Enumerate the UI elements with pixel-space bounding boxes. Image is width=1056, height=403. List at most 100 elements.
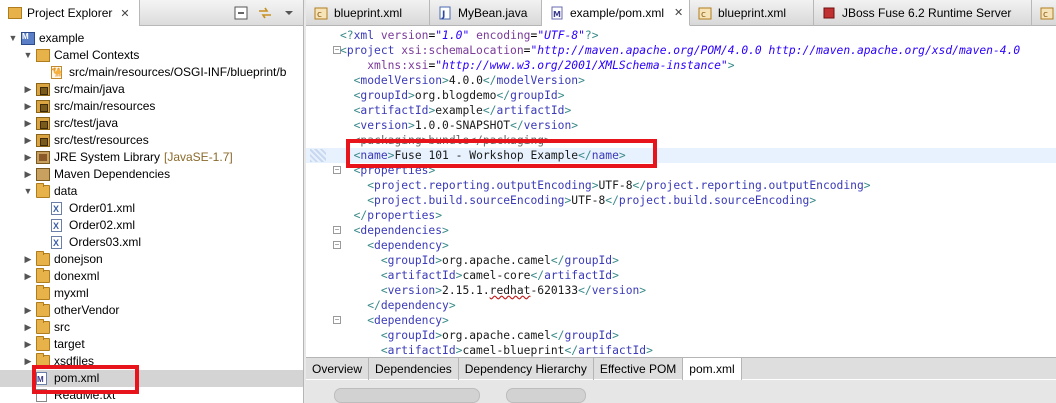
folder-icon	[36, 319, 50, 334]
tree-item-label: pom.xml	[54, 371, 100, 385]
tree-item[interactable]: ▶ donexml	[0, 268, 303, 285]
close-tab-icon[interactable]: ✕	[674, 6, 683, 19]
editor-tab-bar: c blueprint.xml J MyBean.java Mexample/pom.x…	[306, 0, 1056, 26]
tree-item[interactable]: myxml	[0, 285, 303, 302]
tree-item[interactable]: ▼ Camel Contexts	[0, 47, 303, 64]
code-line[interactable]: <properties>	[340, 163, 436, 178]
code-line[interactable]: <project.reporting.outputEncoding>UTF-8<…	[340, 178, 870, 193]
pom-editor-tab[interactable]: Effective POM	[594, 358, 684, 380]
code-line[interactable]: <packaging>bundle</packaging>	[340, 133, 551, 148]
code-line[interactable]: <modelVersion>4.0.0</modelVersion>	[340, 73, 585, 88]
code-line[interactable]: <artifactId>example</artifactId>	[340, 103, 572, 118]
tree-item[interactable]: src/main/resources/OSGI-INF/blueprint/b	[0, 64, 303, 81]
code-line[interactable]: <name>Fuse 101 - Workshop Example</name>	[340, 148, 626, 163]
tree-item[interactable]: ▶ donejson	[0, 251, 303, 268]
collapsed-twisty-icon[interactable]: ▶	[23, 149, 33, 166]
close-icon[interactable]: ✕	[120, 7, 129, 20]
tree-item[interactable]: ▶ src	[0, 319, 303, 336]
tree-item-label: ReadMe.txt	[54, 388, 116, 402]
tree-item[interactable]: ▶ Maven Dependencies	[0, 166, 303, 183]
editor-tab[interactable]: Mexample/pom.xml ✕	[542, 0, 690, 26]
editor-tab[interactable]: J MyBean.java	[430, 0, 542, 26]
code-line[interactable]: <?xml version="1.0" encoding="UTF-8"?>	[340, 28, 599, 43]
tree-item-label: src/main/resources/OSGI-INF/blueprint/b	[69, 65, 287, 79]
tree-item[interactable]: ▶ src/main/resources	[0, 98, 303, 115]
tree-item[interactable]: ▶ xsdfiles	[0, 353, 303, 370]
link-with-editor-icon[interactable]	[257, 5, 273, 21]
collapsed-twisty-icon[interactable]: ▶	[23, 98, 33, 115]
tree-item[interactable]: ▶ JRE System Library [JavaSE-1.7]	[0, 149, 303, 166]
tree-item[interactable]: ▶ src/test/resources	[0, 132, 303, 149]
tree-item-label: data	[54, 184, 78, 198]
expanded-twisty-icon[interactable]: ▼	[23, 183, 33, 200]
code-line[interactable]: </properties>	[340, 208, 442, 223]
tree-item-label: src/main/java	[54, 82, 125, 96]
expanded-twisty-icon[interactable]: ▼	[23, 47, 33, 64]
package-folder-icon	[36, 100, 50, 113]
code-line[interactable]: <dependency>	[340, 238, 449, 253]
code-line[interactable]: <version>2.15.1.redhat-620133</version>	[340, 283, 646, 298]
view-menu-icon[interactable]	[281, 5, 297, 21]
editor-tab-label: example/pom.xml	[570, 5, 665, 20]
camel-contexts-icon	[36, 49, 50, 62]
collapsed-twisty-icon[interactable]: ▶	[23, 166, 33, 183]
tree-item[interactable]: Order01.xml	[0, 200, 303, 218]
code-line[interactable]: <artifactId>camel-core</artifactId>	[340, 268, 619, 283]
tree-item[interactable]: ▼ example	[0, 28, 303, 47]
tree-item-label: example	[39, 31, 85, 45]
code-line[interactable]: <dependencies>	[340, 223, 449, 238]
editor-tab[interactable]: JBoss Fuse 6.2 Runtime Server	[814, 0, 1032, 26]
code-line[interactable]: <groupId>org.apache.camel</groupId>	[340, 253, 619, 268]
code-line[interactable]: <dependency>	[340, 313, 449, 328]
tree-item[interactable]: ▶ src/main/java	[0, 81, 303, 98]
tree-item[interactable]: ▶ otherVendor	[0, 302, 303, 319]
code-line[interactable]: <project xsi:schemaLocation="http://mave…	[340, 43, 1020, 58]
tree-item[interactable]: pom.xml	[0, 370, 303, 388]
collapsed-twisty-icon[interactable]: ▶	[23, 302, 33, 319]
code-line[interactable]: xmlns:xsi="http://www.w3.org/2001/XMLSch…	[340, 58, 734, 73]
tree-item[interactable]: ▼ data	[0, 183, 303, 200]
collapsed-twisty-icon[interactable]: ▶	[23, 251, 33, 268]
editor-tab[interactable]: c blueprint.xml	[306, 0, 430, 26]
tree-item-label: otherVendor	[54, 303, 120, 317]
tree-item[interactable]: ▶ src/test/java	[0, 115, 303, 132]
collapsed-twisty-icon[interactable]: ▶	[23, 319, 33, 336]
collapsed-twisty-icon[interactable]: ▶	[23, 268, 33, 285]
expanded-twisty-icon[interactable]: ▼	[8, 30, 18, 47]
editor-tab[interactable]: cla	[1032, 0, 1056, 26]
collapsed-twisty-icon[interactable]: ▶	[23, 115, 33, 132]
code-line[interactable]: <groupId>org.apache.camel</groupId>	[340, 328, 619, 343]
tree-item[interactable]: Orders03.xml	[0, 234, 303, 252]
pom-editor-tab[interactable]: Dependency Hierarchy	[459, 358, 594, 380]
tab-project-explorer[interactable]: Project Explorer ✕	[0, 0, 140, 26]
tree-item-label: Order01.xml	[69, 201, 136, 215]
collapse-all-icon[interactable]	[233, 5, 249, 21]
jre-library-icon	[36, 151, 50, 164]
tree-item[interactable]: ▶ target	[0, 336, 303, 353]
code-line[interactable]: <version>1.0.0-SNAPSHOT</version>	[340, 118, 578, 133]
tree-item[interactable]: ReadMe.txt	[0, 387, 303, 403]
svg-text:c: c	[1043, 10, 1048, 20]
camel-icon: c	[314, 6, 328, 20]
pom-editor-tab[interactable]: Overview	[306, 358, 370, 380]
editor-gutter	[306, 27, 330, 357]
project-explorer-header: Project Explorer ✕	[0, 0, 303, 26]
collapsed-twisty-icon[interactable]: ▶	[23, 81, 33, 98]
tree-item-label: target	[54, 337, 85, 351]
collapsed-twisty-icon[interactable]: ▶	[23, 353, 33, 370]
tree-item[interactable]: Order02.xml	[0, 217, 303, 235]
code-line[interactable]: <artifactId>camel-blueprint</artifactId>	[340, 343, 653, 357]
editor-tab-label: JBoss Fuse 6.2 Runtime Server	[842, 6, 1012, 20]
camel-icon: c	[1040, 6, 1054, 20]
pom-editor-tab[interactable]: pom.xml	[683, 358, 742, 380]
editor-area: c blueprint.xml J MyBean.java Mexample/pom.x…	[306, 0, 1056, 403]
code-line[interactable]: <project.build.sourceEncoding>UTF-8</pro…	[340, 193, 816, 208]
code-line[interactable]: </dependency>	[340, 298, 455, 313]
pom-editor-tab[interactable]: Dependencies	[369, 358, 459, 380]
editor-tab[interactable]: c blueprint.xml	[690, 0, 814, 26]
pom-editor-tabs: Overview Dependencies Dependency Hierarchy…	[306, 357, 1056, 380]
collapsed-twisty-icon[interactable]: ▶	[23, 132, 33, 149]
xml-source-editor[interactable]: <?xml version="1.0" encoding="UTF-8"?> − <…	[306, 27, 1056, 357]
code-line[interactable]: <groupId>org.blogdemo</groupId>	[340, 88, 565, 103]
collapsed-twisty-icon[interactable]: ▶	[23, 336, 33, 353]
